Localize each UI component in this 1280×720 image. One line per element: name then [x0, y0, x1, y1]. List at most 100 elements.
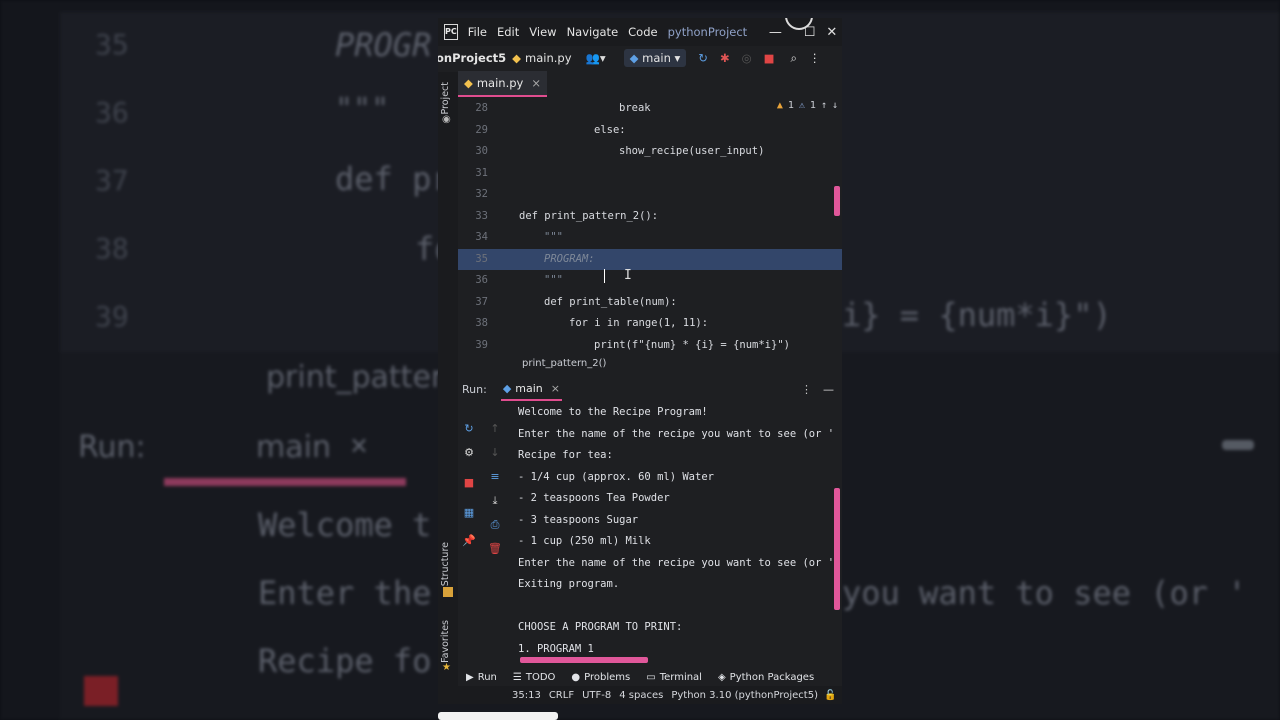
line-number[interactable]: 36 [458, 270, 488, 291]
file-crumb[interactable]: main.py [525, 51, 572, 65]
backdrop-run-label: Run: [78, 430, 146, 465]
coverage-icon[interactable]: ◎ [742, 51, 752, 65]
backdrop-line-number: 39 [95, 300, 129, 333]
close-tab-icon[interactable]: × [531, 76, 541, 90]
backdrop-stop-icon [84, 676, 118, 706]
console-lines: Welcome to the Recipe Program! Enter the … [518, 402, 842, 660]
line-number[interactable]: 32 [458, 184, 488, 205]
rerun-icon[interactable]: ↻ [698, 51, 708, 65]
next-highlight-icon[interactable]: ↓ [832, 100, 838, 111]
menu-view[interactable]: View [529, 25, 556, 39]
menu-code[interactable]: Code [628, 25, 657, 39]
layout-icon[interactable]: ▦ [462, 506, 476, 520]
run-config-selector[interactable]: ◆ main ▾ [623, 49, 687, 67]
project-tool-icon[interactable]: ◉ [442, 114, 451, 125]
print-icon[interactable]: ⎙ [488, 518, 502, 532]
console-scrollbar-thumb[interactable] [834, 488, 840, 610]
tab-main-py[interactable]: ◆ main.py × [458, 71, 547, 97]
trash-icon[interactable]: 🗑 [488, 542, 502, 556]
backdrop-you-want-text: you want to see (or ' [842, 574, 1247, 612]
line-separator[interactable]: CRLF [549, 690, 574, 701]
line-number[interactable]: 31 [458, 163, 488, 184]
line-number[interactable]: 34 [458, 227, 488, 248]
close-run-tab-icon[interactable]: × [551, 382, 560, 395]
tool-tab-run[interactable]: Run [478, 672, 497, 683]
indent-setting[interactable]: 4 spaces [619, 690, 663, 701]
menu-file[interactable]: File [468, 25, 487, 39]
caret-position[interactable]: 35:13 [512, 690, 541, 701]
tool-tab-python-packages[interactable]: Python Packages [730, 672, 815, 683]
code-text: def print_table(num): [544, 295, 677, 308]
backdrop-line-number: 36 [95, 96, 129, 129]
line-number[interactable]: 30 [458, 141, 488, 162]
code-line: 35 PROGRAM: [458, 248, 842, 270]
rerun-icon[interactable]: ↻ [462, 422, 476, 436]
run-more-icon[interactable]: ⋮ [801, 383, 812, 396]
code-line: 39 print(f"{num} * {i} = {num*i}") [458, 335, 842, 356]
line-number[interactable]: 28 [458, 98, 488, 119]
code-text: for i in range(1, 11): [569, 317, 709, 329]
code-text: PROGRAM: [544, 252, 595, 265]
soft-wrap-icon[interactable]: ≡ [488, 470, 502, 484]
run-tab-main[interactable]: ◆ main × [500, 377, 562, 401]
project-tool-label[interactable]: Project [440, 82, 451, 115]
pin-icon[interactable]: 📌 [462, 534, 476, 548]
line-number[interactable]: 35 [458, 249, 488, 270]
tool-tab-terminal[interactable]: Terminal [660, 672, 702, 683]
menu-navigate[interactable]: Navigate [567, 25, 619, 39]
code-line: 38 for i in range(1, 11): [458, 313, 842, 334]
prev-highlight-icon[interactable]: ↑ [821, 100, 827, 111]
line-number[interactable]: 29 [458, 120, 488, 141]
tool-window-bar: ▶ Run ☰ TODO ● Problems ▭ Terminal ◈ Pyt… [438, 668, 842, 686]
weak-warning-count: 1 [809, 100, 816, 111]
lock-icon[interactable]: 🔓 [824, 690, 836, 701]
text-cursor [604, 269, 605, 283]
project-crumb[interactable]: onProject5 [438, 51, 506, 65]
line-number[interactable]: 39 [458, 335, 488, 356]
debug-icon[interactable]: ✱ [720, 51, 730, 65]
menu-bar: PC File Edit View Navigate Code pythonPr… [438, 18, 842, 46]
interpreter[interactable]: Python 3.10 (pythonProject5) [671, 690, 818, 701]
function-breadcrumb[interactable]: print_pattern_2() [522, 358, 606, 369]
console-line: - 3 teaspoons Sugar [518, 513, 639, 526]
python-icon: ◆ [629, 51, 639, 65]
inspection-widget[interactable]: ▲ 1 ⚠ 1 ↑ ↓ [777, 100, 838, 111]
line-number[interactable]: 33 [458, 206, 488, 227]
file-encoding[interactable]: UTF-8 [582, 690, 611, 701]
backdrop-tab-underline [164, 478, 406, 486]
code-text: """ [544, 274, 563, 286]
settings-icon[interactable]: ⚙ [462, 446, 476, 460]
tool-tab-todo[interactable]: TODO [526, 672, 556, 683]
vcs-user-icon[interactable]: 👥▾ [586, 51, 606, 65]
mouse-ibeam-icon: I [624, 268, 632, 283]
favorites-tool-label[interactable]: Favorites [440, 620, 451, 663]
code-line: 30 show_recipe(user_input) [458, 141, 842, 162]
stop-icon[interactable]: ■ [764, 51, 775, 65]
up-arrow-icon[interactable]: ↑ [488, 422, 502, 436]
menu-edit[interactable]: Edit [497, 25, 519, 39]
code-editor[interactable]: 28 break 29 else: 30 show_recipe(user_input) 3… [458, 98, 842, 356]
ide-window: PC File Edit View Navigate Code pythonPr… [438, 18, 842, 704]
console-line: Welcome to the Recipe Program! [518, 406, 708, 418]
tool-tab-problems[interactable]: Problems [584, 672, 630, 683]
down-arrow-icon[interactable]: ↓ [488, 446, 502, 460]
more-icon[interactable]: ⋮ [809, 51, 821, 65]
scroll-to-end-icon[interactable]: ⤓ [488, 494, 502, 508]
line-number[interactable]: 38 [458, 313, 488, 334]
console-hscrollbar-thumb[interactable] [520, 657, 648, 663]
backdrop-program-text: PROGR [335, 26, 432, 64]
minimize-button[interactable]: — [765, 25, 785, 40]
search-icon[interactable]: ⌕ [791, 51, 797, 66]
run-console-output[interactable]: Welcome to the Recipe Program! Enter the … [518, 402, 842, 662]
structure-tool-label[interactable]: Structure [440, 542, 451, 586]
editor-scrollbar-thumb[interactable] [834, 186, 840, 216]
run-tab-label: main [515, 381, 543, 395]
backdrop-minimize-icon [1222, 440, 1254, 450]
run-config-label: main [642, 51, 671, 65]
backdrop-formula-text: i} = {num*i}") [842, 296, 1112, 334]
hide-panel-icon[interactable]: — [823, 383, 834, 396]
close-window-button[interactable]: ✕ [822, 25, 842, 40]
line-number[interactable]: 37 [458, 292, 488, 313]
code-line: 33 def print_pattern_2(): [458, 206, 842, 227]
stop-icon[interactable]: ■ [462, 476, 476, 490]
